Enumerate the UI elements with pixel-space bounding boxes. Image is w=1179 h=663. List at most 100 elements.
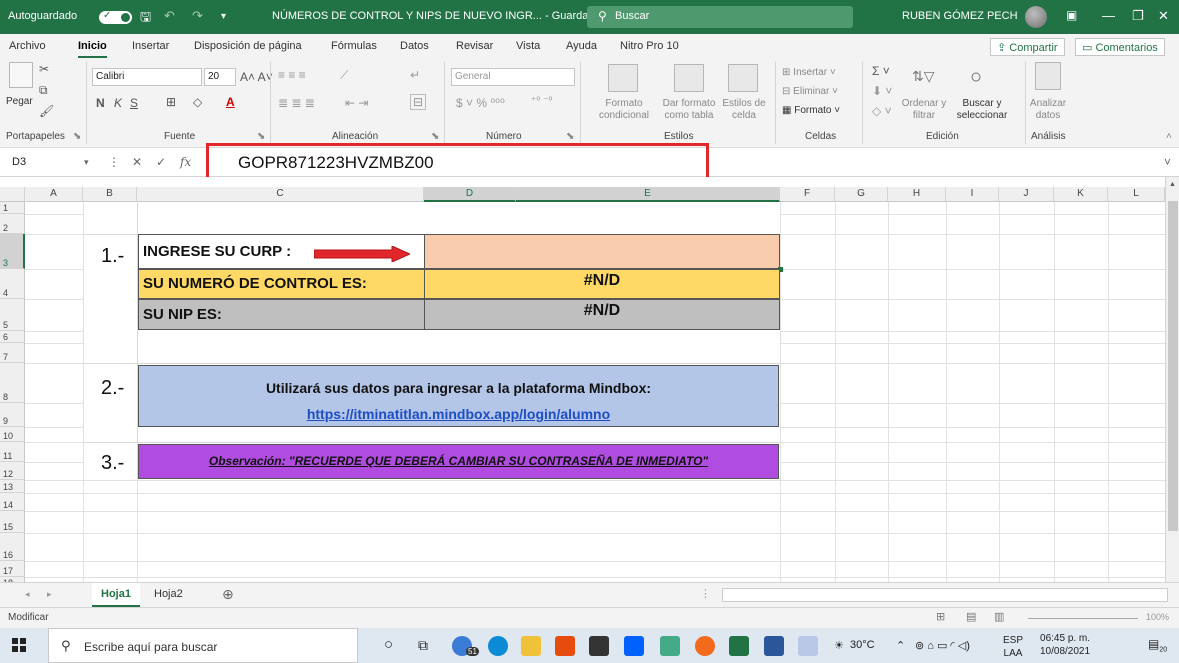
restore-icon[interactable]: ❐ [1132,8,1144,24]
align-left-icon[interactable]: ≣ ≣ ≣ [278,96,315,110]
share-button[interactable]: ⇪ Compartir [990,38,1065,56]
conditional-format-icon[interactable] [608,64,638,92]
sheet-tab-hoja2[interactable]: Hoja2 [145,583,192,607]
amazon-icon[interactable] [660,636,680,656]
insert-cells-button[interactable]: ⊞ Insertar ˅ [782,67,836,79]
cancel-icon[interactable]: ✕ [132,155,142,169]
fill-color-icon[interactable]: ◇ [193,95,202,109]
col-header-g[interactable]: G [835,187,888,202]
office-icon[interactable] [555,636,575,656]
cut-icon[interactable]: ✂ [39,62,49,76]
tab-insertar[interactable]: Insertar [132,40,169,52]
col-header-j[interactable]: J [999,187,1054,202]
row-header-4[interactable]: 4 [0,269,25,299]
clear-icon[interactable]: ◇ ˅ [872,104,892,118]
collapse-ribbon-icon[interactable]: ˄ [1166,131,1172,143]
sheet-tab-hoja1[interactable]: Hoja1 [92,583,140,607]
row-header-3[interactable]: 3 [0,234,25,269]
redo-icon[interactable]: ↷ [192,8,203,24]
autosave-toggle[interactable]: ✓ [99,10,132,24]
tab-disposicion[interactable]: Disposición de página [194,40,302,52]
autosum-icon[interactable]: Σ ˅ [872,64,890,78]
ribbon-display-icon[interactable]: ▣ [1066,8,1077,22]
save-icon[interactable]: 🖫 [140,8,151,30]
decimal-icon[interactable]: ⁺⁰ ⁻⁰ [531,96,552,107]
word-icon[interactable] [764,636,784,656]
col-header-l[interactable]: L [1108,187,1165,202]
vertical-scrollbar[interactable]: ▲ [1165,177,1179,582]
tray-up-icon[interactable]: ⌃ [896,639,905,652]
cell-styles-icon[interactable] [728,64,758,92]
grow-font-icon[interactable]: A˄ A˅ [240,70,273,84]
col-header-i[interactable]: I [946,187,999,202]
row-header-13[interactable]: 13 [0,480,25,493]
bold-icon[interactable]: N [96,96,105,110]
row-header-14[interactable]: 14 [0,493,25,511]
page-break-icon[interactable]: ▥ [994,610,1004,623]
insert-function-icon[interactable]: fx [180,155,191,169]
underline-icon[interactable]: S [130,96,138,110]
alignment-launcher-icon[interactable]: ⬊ [431,131,439,143]
font-color-icon[interactable]: A [226,95,235,109]
row-header-7[interactable]: 7 [0,343,25,363]
normal-view-icon[interactable]: ⊞ [936,610,945,623]
find-select-icon[interactable]: ○ [970,66,982,89]
avatar[interactable] [1025,6,1047,28]
row-header-2[interactable]: 2 [0,214,25,234]
col-header-d[interactable]: D [424,187,516,202]
next-sheet-icon[interactable]: ▸ [47,589,52,600]
row-header-8[interactable]: 8 [0,363,25,403]
format-table-icon[interactable] [674,64,704,92]
fill-icon[interactable]: ⬇ ˅ [872,84,892,98]
font-name-select[interactable]: Calibri [92,68,202,86]
horizontal-scrollbar[interactable] [722,588,1168,602]
analyze-data-label[interactable]: Analizar datos [1028,98,1068,122]
windows-start-icon[interactable] [12,638,26,652]
paint-icon[interactable] [798,636,818,656]
prev-sheet-icon[interactable]: ◂ [25,589,30,600]
italic-icon[interactable]: K [114,96,122,110]
tab-archivo[interactable]: Archivo [9,40,46,52]
enter-icon[interactable]: ✓ [156,155,166,169]
analyze-data-icon[interactable] [1035,62,1061,90]
tab-datos[interactable]: Datos [400,40,429,52]
format-cells-button[interactable]: ▦ Formato ˅ [782,105,840,117]
tab-inicio[interactable]: Inicio [78,40,107,58]
col-header-h[interactable]: H [888,187,946,202]
tab-nitro[interactable]: Nitro Pro 10 [620,40,679,52]
store-icon[interactable] [589,636,609,656]
row-header-1[interactable]: 1 [0,202,25,214]
merge-icon[interactable]: ⊟ [410,94,427,110]
close-icon[interactable]: ✕ [1158,8,1169,24]
delete-cells-button[interactable]: ⊟ Eliminar ˅ [782,86,838,98]
zoom-slider[interactable] [1028,618,1138,619]
user-name[interactable]: RUBEN GÓMEZ PECH [902,10,1018,22]
tabs-splitter-icon[interactable]: ⋮ [700,587,711,600]
col-header-k[interactable]: K [1054,187,1108,202]
quick-access-menu-icon[interactable]: ▾ [221,11,226,22]
col-header-a[interactable]: A [25,187,83,202]
add-sheet-icon[interactable]: ⊕ [222,586,234,603]
col-header-c[interactable]: C [137,187,424,202]
row-header-11[interactable]: 11 [0,442,25,462]
weather-temp[interactable]: 30°C [850,639,875,651]
copy-icon[interactable]: ⧉ [39,83,48,98]
expand-formula-icon[interactable]: ˅ [1164,155,1171,169]
row-header-6[interactable]: 6 [0,331,25,343]
borders-icon[interactable]: ⊞ [166,95,176,109]
number-format-select[interactable]: General [451,68,575,86]
format-table-label[interactable]: Dar formato como tabla [652,98,726,122]
sort-filter-icon[interactable]: ⇅▽ [912,68,935,85]
sort-filter-label[interactable]: Ordenar y filtrar [898,98,950,122]
scroll-up-icon[interactable]: ▲ [1169,181,1176,188]
scroll-thumb[interactable] [1168,201,1178,531]
font-launcher-icon[interactable]: ⬊ [257,131,265,143]
firefox-icon[interactable] [695,636,715,656]
wrap-text-icon[interactable]: ↵ [410,68,420,82]
tray-icons[interactable]: ⊚ ⌂ ▭ ◜ ◁) [915,639,970,652]
cell-styles-label[interactable]: Estilos de celda [720,98,768,122]
paste-label[interactable]: Pegar [6,96,33,108]
col-header-b[interactable]: B [83,187,137,202]
find-select-label[interactable]: Buscar y seleccionar [952,98,1012,122]
search-box[interactable]: ⚲ Buscar [587,6,853,28]
